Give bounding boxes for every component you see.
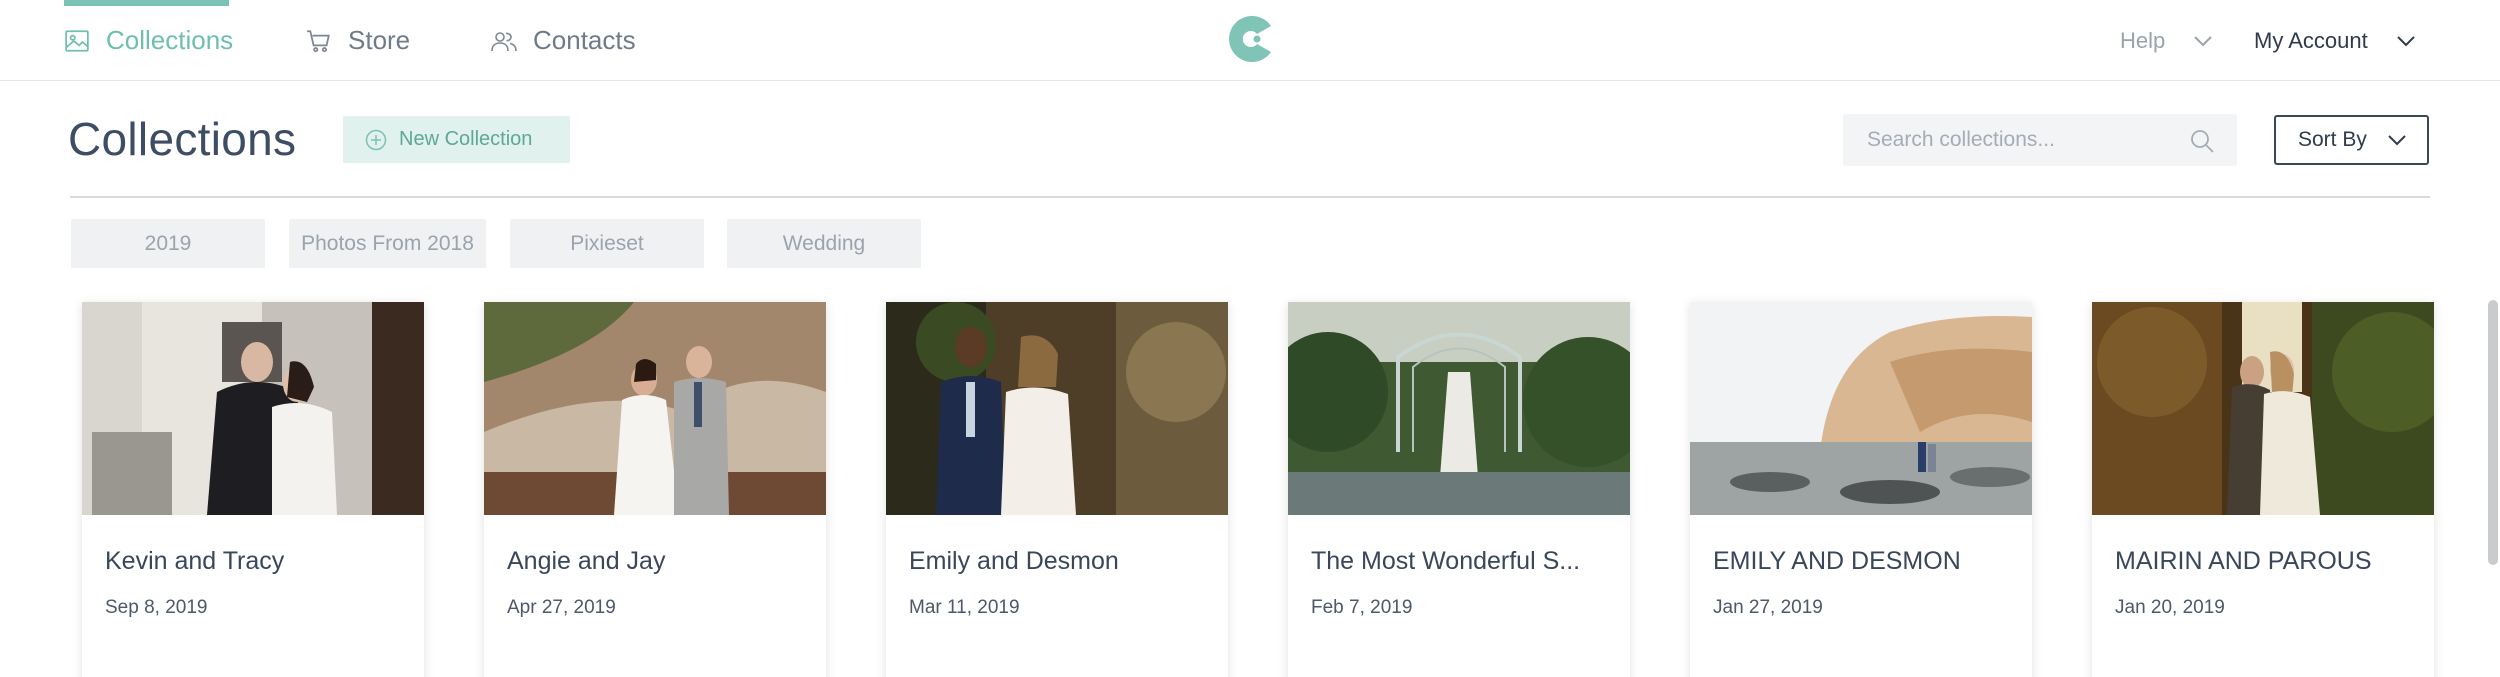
tag-filter[interactable]: Photos From 2018 — [289, 219, 486, 268]
chevron-down-icon — [2388, 135, 2406, 146]
collection-card[interactable]: The Most Wonderful S... Feb 7, 2019 — [1288, 302, 1630, 677]
divider — [70, 196, 2430, 198]
collection-card[interactable]: Kevin and Tracy Sep 8, 2019 — [82, 302, 424, 677]
collection-date: Feb 7, 2019 — [1311, 597, 1413, 618]
tag-filter[interactable]: Wedding — [727, 219, 921, 268]
collection-cover-image — [82, 302, 424, 515]
people-icon — [491, 31, 517, 51]
nav-contacts-label: Contacts — [533, 25, 636, 55]
collection-title: EMILY AND DESMON — [1713, 547, 1961, 575]
collection-date: Apr 27, 2019 — [507, 597, 616, 618]
nav-collections-label: Collections — [106, 25, 234, 55]
nav-collections[interactable]: Collections — [64, 0, 233, 81]
sort-by-label: Sort By — [2298, 128, 2367, 151]
collection-date: Sep 8, 2019 — [105, 597, 208, 618]
collection-cover-image — [484, 302, 826, 515]
top-navigation: Collections Store Contacts Help My Accou… — [0, 0, 2500, 81]
new-collection-button[interactable]: New Collection — [343, 116, 570, 163]
collection-cover-image — [2092, 302, 2434, 515]
collection-date: Mar 11, 2019 — [909, 597, 1020, 618]
collection-cover-image — [1690, 302, 2032, 515]
plus-circle-icon — [365, 129, 387, 150]
collection-card[interactable]: Angie and Jay Apr 27, 2019 — [484, 302, 826, 677]
search-box — [1843, 114, 2237, 166]
nav-contacts[interactable]: Contacts — [491, 0, 636, 81]
collection-card[interactable]: Emily and Desmon Mar 11, 2019 — [886, 302, 1228, 677]
collection-title: Angie and Jay — [507, 547, 666, 575]
collection-title: Emily and Desmon — [909, 547, 1119, 575]
account-label: My Account — [2254, 27, 2368, 53]
tag-filter[interactable]: Pixieset — [510, 219, 704, 268]
cart-icon — [307, 29, 330, 52]
search-icon[interactable] — [2189, 128, 2215, 154]
collection-title: The Most Wonderful S... — [1311, 547, 1581, 575]
collection-cover-image — [1288, 302, 1630, 515]
scrollbar[interactable] — [2488, 300, 2498, 565]
new-collection-label: New Collection — [399, 128, 533, 150]
image-icon — [65, 29, 89, 52]
sort-by-dropdown[interactable]: Sort By — [2274, 115, 2429, 165]
collection-date: Jan 20, 2019 — [2115, 597, 2225, 618]
search-input[interactable] — [1867, 114, 2187, 166]
my-account-menu[interactable]: My Account — [2254, 0, 2416, 81]
nav-store-label: Store — [348, 25, 411, 55]
collection-title: Kevin and Tracy — [105, 547, 285, 575]
logo-icon[interactable] — [1227, 14, 1275, 64]
collection-card[interactable]: EMILY AND DESMON Jan 27, 2019 — [1690, 302, 2032, 677]
collection-cover-image — [886, 302, 1228, 515]
chevron-down-icon — [2194, 35, 2212, 46]
page-title: Collections — [68, 113, 297, 165]
help-label: Help — [2120, 27, 2166, 53]
collection-title: MAIRIN AND PAROUS — [2115, 547, 2372, 575]
nav-store[interactable]: Store — [306, 0, 410, 81]
collection-date: Jan 27, 2019 — [1713, 597, 1823, 618]
help-menu[interactable]: Help — [2120, 0, 2213, 81]
collection-card[interactable]: MAIRIN AND PAROUS Jan 20, 2019 — [2092, 302, 2434, 677]
chevron-down-icon — [2397, 35, 2415, 46]
tag-filter[interactable]: 2019 — [71, 219, 265, 268]
